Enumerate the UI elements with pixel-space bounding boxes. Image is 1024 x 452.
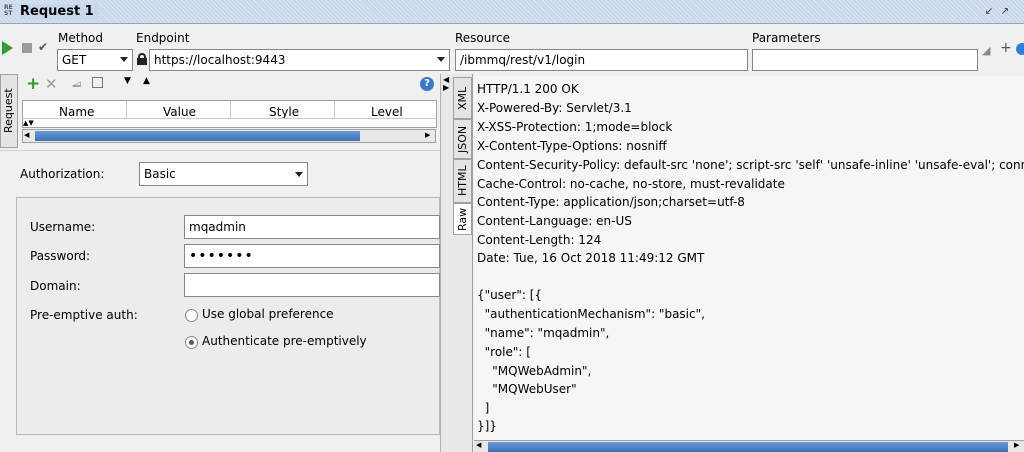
response-line: Content-Type: application/json;charset=u… (477, 195, 745, 209)
headers-scrollbar[interactable]: ◀ ▶ (22, 129, 436, 143)
validate-icon[interactable]: ✔ (38, 40, 48, 54)
response-line: }]} (477, 419, 497, 433)
response-line: Content-Language: en-US (477, 214, 632, 228)
domain-input[interactable] (184, 273, 440, 297)
add-header-icon[interactable]: + (26, 74, 40, 94)
title-bar: RE ST Request 1 ↙ ↗ (0, 0, 1024, 24)
response-line: Date: Tue, 16 Oct 2018 11:49:12 GMT (477, 251, 705, 265)
run-icon[interactable] (2, 41, 13, 55)
response-line: X-XSS-Protection: 1;mode=block (477, 120, 673, 134)
chevron-up-icon[interactable]: ▲ (143, 76, 150, 86)
scroll-right-icon[interactable]: ▶ (425, 131, 430, 139)
response-tabs: XML JSON HTML Raw (451, 74, 473, 452)
expand-icon[interactable] (92, 77, 103, 88)
radio-selected-dot (189, 340, 194, 345)
parameters-input[interactable] (752, 49, 978, 71)
username-input[interactable]: mqadmin (184, 215, 440, 239)
response-line: "MQWebAdmin", (477, 364, 592, 378)
endpoint-combo[interactable]: https://localhost:9443 (149, 49, 450, 71)
preemptive-radio[interactable] (185, 336, 198, 349)
username-label: Username: (30, 220, 96, 234)
response-line: "name": "mqadmin", (477, 326, 610, 340)
request-tab[interactable]: Request (0, 74, 18, 148)
column-level[interactable]: Level (371, 105, 403, 118)
tab-raw[interactable]: Raw (453, 203, 472, 235)
column-style[interactable]: Style (269, 105, 299, 118)
rest-icon: RE ST (4, 4, 13, 17)
method-value: GET (62, 53, 87, 67)
method-select[interactable]: GET (57, 49, 133, 71)
domain-label: Domain: (30, 279, 81, 293)
scroll-thumb[interactable] (488, 442, 1008, 452)
window-title: Request 1 (20, 4, 98, 19)
scroll-left-icon[interactable]: ◀ (24, 131, 29, 139)
response-line: "MQWebUser" (477, 382, 577, 396)
resource-label: Resource (455, 31, 511, 45)
lock-icon (137, 53, 147, 65)
edit-parameters-icon[interactable]: ◢ (982, 44, 990, 57)
response-line: Cache-Control: no-cache, no-store, must-… (477, 177, 785, 191)
preemptive-option-label[interactable]: Authenticate pre-emptively (202, 334, 367, 348)
response-line: {"user": [{ (477, 288, 543, 302)
response-line: Content-Length: 124 (477, 233, 602, 247)
help-icon[interactable] (1016, 43, 1024, 55)
scroll-thumb[interactable] (35, 131, 360, 141)
response-scrollbar[interactable]: ◀ ▶ (474, 440, 1024, 452)
chevron-down-icon (295, 172, 303, 177)
endpoint-label: Endpoint (136, 31, 190, 45)
parameters-label: Parameters (752, 31, 821, 45)
headers-table: Name Value Style Level (22, 100, 437, 118)
method-label: Method (58, 31, 104, 45)
tab-xml[interactable]: XML (453, 77, 472, 119)
endpoint-value: https://localhost:9443 (154, 53, 286, 67)
minimize-icon[interactable]: ↙ (982, 5, 996, 19)
help-icon[interactable]: ? (420, 77, 434, 91)
delete-header-icon[interactable]: ✕ (45, 75, 58, 93)
password-label: Password: (30, 249, 91, 263)
response-line: HTTP/1.1 200 OK (477, 82, 579, 96)
authorization-label: Authorization: (20, 167, 105, 181)
preemptive-label: Pre-emptive auth: (30, 308, 138, 322)
stop-icon[interactable] (22, 43, 32, 53)
add-icon[interactable]: + (1000, 40, 1012, 56)
response-line: Content-Security-Policy: default-src 'no… (477, 158, 1024, 172)
detach-icon[interactable]: ↗ (998, 5, 1012, 19)
headers-toolbar: + ✕ ⧡ ▼ ▲ ? (22, 74, 440, 98)
row-reorder-icon[interactable]: ▲▼ (22, 118, 437, 128)
pane-splitter[interactable]: ◀ ▶ (440, 74, 451, 452)
raw-response-view[interactable]: HTTP/1.1 200 OK X-Powered-By: Servlet/3.… (474, 76, 1024, 440)
scroll-right-icon[interactable]: ▶ (1014, 441, 1019, 449)
global-preference-label[interactable]: Use global preference (202, 307, 334, 321)
chevron-down-icon[interactable]: ▼ (124, 76, 131, 86)
scroll-left-icon[interactable]: ◀ (476, 441, 481, 449)
response-line: X-Powered-By: Servlet/3.1 (477, 101, 632, 115)
copy-icon[interactable]: ⧡ (72, 76, 81, 91)
password-input[interactable]: ••••••• (184, 244, 440, 268)
response-line: "role": [ (477, 345, 531, 359)
response-line: ] (477, 401, 490, 415)
chevron-down-icon (437, 57, 445, 62)
response-line: "authenticationMechanism": "basic", (477, 307, 705, 321)
resource-input[interactable]: /ibmmq/rest/v1/login (455, 49, 748, 71)
authorization-select[interactable]: Basic (139, 162, 308, 186)
response-line: X-Content-Type-Options: nosniff (477, 139, 667, 153)
chevron-down-icon (120, 57, 128, 62)
authorization-value: Basic (144, 167, 176, 181)
column-name[interactable]: Name (59, 105, 94, 118)
column-value[interactable]: Value (163, 105, 196, 118)
tab-html[interactable]: HTML (453, 159, 472, 203)
tab-json[interactable]: JSON (453, 119, 472, 159)
global-preference-radio[interactable] (185, 309, 198, 322)
